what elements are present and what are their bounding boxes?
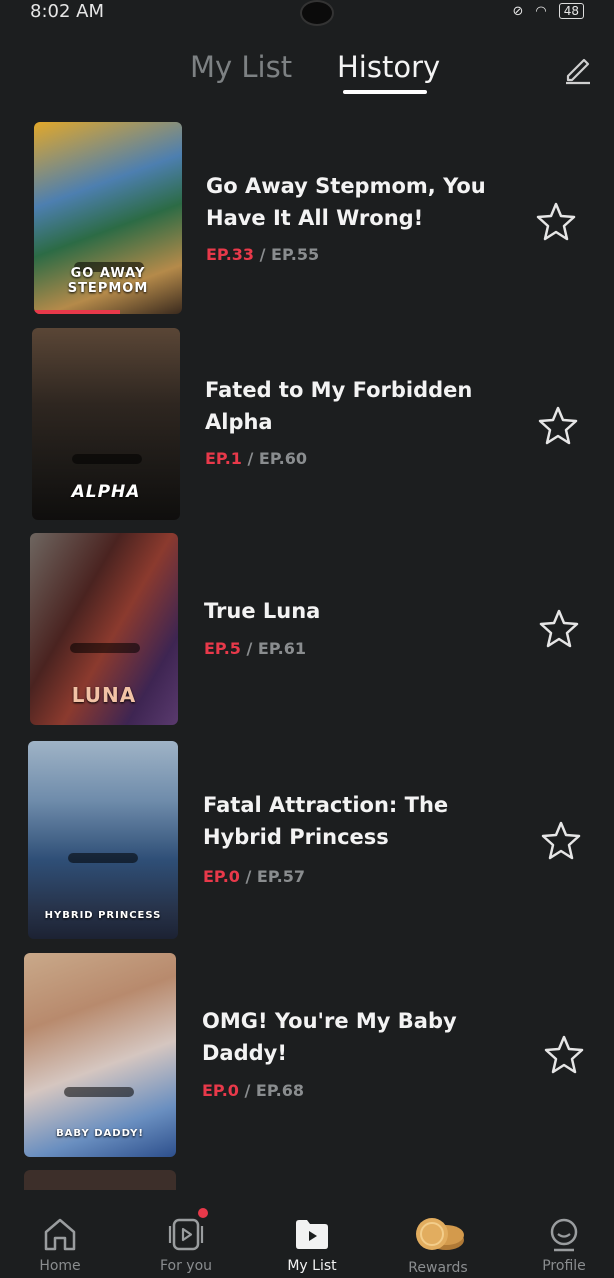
next-cover-peek <box>24 1170 176 1190</box>
episode-progress: EP.0 / EP.57 <box>203 867 305 886</box>
star-icon[interactable] <box>537 607 581 651</box>
nav-rewards[interactable]: Rewards <box>388 1216 488 1276</box>
pencil-icon <box>566 58 590 85</box>
tab-bar: My List History <box>0 50 614 100</box>
nav-home[interactable]: Home <box>10 1216 110 1274</box>
cover-image: BABY DADDY! <box>24 953 176 1157</box>
list-item[interactable]: GO AWAY STEPMOM Go Away Stepmom, You Have… <box>0 122 614 322</box>
video-card-icon <box>168 1218 204 1251</box>
watch-progress <box>34 310 120 314</box>
nav-for-you[interactable]: For you <box>136 1208 236 1274</box>
cover-caption: GO AWAY STEPMOM <box>67 266 149 296</box>
dnd-icon: ⊘ <box>512 3 524 19</box>
camera-cutout <box>300 0 334 26</box>
battery-icon: 48 <box>558 3 584 19</box>
profile-icon <box>550 1218 578 1252</box>
item-title: Fatal Attraction: The Hybrid Princess <box>203 793 449 849</box>
nav-home-label: Home <box>39 1258 81 1274</box>
status-time: 8:02 AM <box>30 0 104 22</box>
episode-progress: EP.5 / EP.61 <box>204 639 306 658</box>
tab-history[interactable]: History <box>337 50 440 84</box>
episode-progress: EP.1 / EP.60 <box>205 449 307 468</box>
notification-dot <box>198 1208 208 1218</box>
nav-profile-label: Profile <box>542 1258 586 1274</box>
nav-my-list-label: My List <box>287 1258 337 1274</box>
star-icon[interactable] <box>534 200 578 244</box>
cover-image: LUNA <box>30 533 178 725</box>
list-item[interactable]: ALPHA Fated to My Forbidden Alpha EP.1 / … <box>0 328 614 528</box>
list-item[interactable]: BABY DADDY! OMG! You're My Baby Daddy! EP… <box>0 953 614 1157</box>
nav-my-list[interactable]: My List <box>262 1216 362 1274</box>
cover-image: ALPHA <box>32 328 180 520</box>
home-icon <box>44 1218 76 1251</box>
nav-profile[interactable]: Profile <box>514 1216 614 1274</box>
cover-caption: LUNA <box>71 683 137 707</box>
star-icon[interactable] <box>536 404 580 448</box>
status-icons: ⊘ ◠ 48 <box>512 3 584 19</box>
episode-progress: EP.0 / EP.68 <box>202 1081 304 1100</box>
cover-caption: ALPHA <box>71 482 141 502</box>
item-title: Go Away Stepmom, You Have It All Wrong! <box>206 174 486 230</box>
item-title: OMG! You're My Baby Daddy! <box>202 1009 457 1065</box>
bottom-nav: Home For you My List Rewards Profile <box>0 1198 614 1278</box>
star-icon[interactable] <box>542 1033 586 1077</box>
folder-play-icon <box>296 1220 328 1249</box>
cover-image: HYBRID PRINCESS <box>28 741 178 939</box>
list-item[interactable]: LUNA True Luna EP.5 / EP.61 <box>0 533 614 733</box>
list-item[interactable]: HYBRID PRINCESS Fatal Attraction: The Hyb… <box>0 741 614 941</box>
active-tab-indicator <box>343 90 427 94</box>
cover-caption: HYBRID PRINCESS <box>44 910 162 921</box>
nav-for-you-label: For you <box>159 1258 213 1274</box>
item-title: Fated to My Forbidden Alpha <box>205 378 473 434</box>
cover-caption: BABY DADDY! <box>56 1128 144 1139</box>
wifi-icon: ◠ <box>535 3 547 19</box>
nav-rewards-label: Rewards <box>408 1260 468 1276</box>
edit-button[interactable] <box>560 50 596 86</box>
episode-progress: EP.33 / EP.55 <box>206 245 320 264</box>
item-title: True Luna <box>204 599 321 623</box>
star-icon[interactable] <box>539 819 583 863</box>
cover-image: GO AWAY STEPMOM <box>34 122 182 314</box>
tab-my-list[interactable]: My List <box>190 50 292 84</box>
coins-icon <box>416 1218 464 1250</box>
